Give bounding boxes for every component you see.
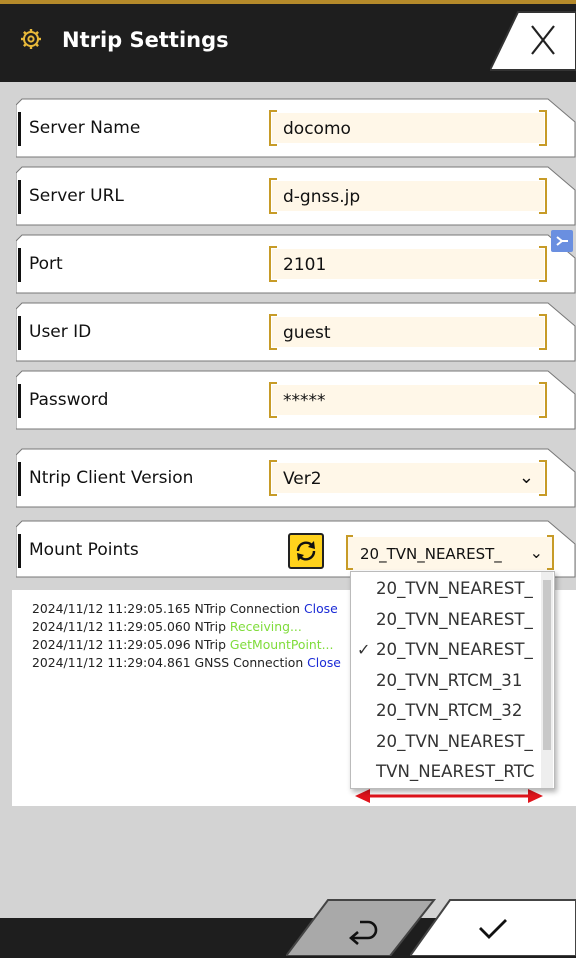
log-source: NTrip: [194, 637, 226, 652]
field-row: Password *****: [16, 370, 576, 430]
mount-point-dropdown[interactable]: 20_TVN_NEAREST_ 20_TVN_NEAREST_ ✓ 20_TVN_NE…: [350, 571, 555, 789]
dropdown-option-label: TVN_NEAREST_RTC: [376, 762, 535, 781]
dropdown-option-label: 20_TVN_RTCM_32: [376, 701, 523, 720]
chevron-down-icon: ⌄: [529, 545, 543, 562]
dropdown-option-label: 20_TVN_RTCM_31: [376, 670, 523, 690]
field-row: Server Name docomo: [16, 98, 576, 158]
dropdown-option-label: 20_TVN_NEAREST_: [376, 609, 533, 629]
field-label: User ID: [29, 322, 92, 342]
field-value: Ver2: [283, 469, 322, 489]
dropdown-scrollbar[interactable]: [541, 572, 553, 788]
refresh-button[interactable]: [288, 533, 324, 569]
log-line: 2024/11/12 11:29:04.861 GNSS Connection …: [32, 655, 341, 670]
collapse-side-icon[interactable]: [551, 230, 573, 252]
field-label: Password: [29, 390, 109, 410]
log-line: 2024/11/12 11:29:05.060 NTrip Receiving.…: [32, 619, 302, 634]
log-line: 2024/11/12 11:29:05.165 NTrip Connection…: [32, 601, 338, 616]
field-input[interactable]: Ver2 ⌄: [269, 460, 547, 496]
field-input[interactable]: d-gnss.jp: [269, 178, 547, 214]
log-status: GetMountPoint...: [229, 637, 334, 652]
field-row: Server URL d-gnss.jp: [16, 166, 576, 226]
dropdown-option[interactable]: TVN_NEAREST_RTC: [351, 757, 541, 788]
field-label: Server Name: [29, 118, 141, 138]
field-value: d-gnss.jp: [283, 187, 361, 207]
field-input[interactable]: guest: [269, 314, 547, 350]
dropdown-option[interactable]: 20_TVN_NEAREST_: [351, 605, 541, 636]
dropdown-option[interactable]: 20_TVN_NEAREST_: [351, 574, 541, 605]
log-line: 2024/11/12 11:29:05.096 NTrip GetMountPo…: [32, 637, 333, 652]
field-value: guest: [283, 323, 331, 343]
log-status: Close: [303, 601, 338, 616]
chevron-down-icon: ⌄: [518, 467, 534, 487]
log-time: 2024/11/12 11:29:04.861: [32, 655, 191, 670]
confirm-button[interactable]: [410, 898, 576, 956]
log-time: 2024/11/12 11:29:05.060: [32, 619, 191, 634]
mount-point-selected: 20_TVN_NEAREST_: [360, 545, 502, 563]
dropdown-option-label: 20_TVN_NEAREST_: [376, 640, 533, 659]
field-row: User ID guest: [16, 302, 576, 362]
mount-points-label: Mount Points: [29, 540, 139, 560]
dropdown-option[interactable]: 20_TVN_RTCM_32: [351, 696, 541, 727]
log-source: NTrip Connection: [194, 601, 301, 616]
log-status: Close: [307, 655, 341, 670]
log-source: NTrip: [194, 619, 226, 634]
field-value: 2101: [283, 255, 327, 275]
dropdown-option[interactable]: ✓ 20_TVN_NEAREST_: [351, 635, 541, 666]
log-time: 2024/11/12 11:29:05.096: [32, 637, 191, 652]
page-title: Ntrip Settings: [62, 28, 229, 52]
mount-point-select[interactable]: 20_TVN_NEAREST_ ⌄: [346, 535, 554, 570]
field-row: Ntrip Client Version Ver2 ⌄: [16, 448, 576, 508]
gear-icon: [21, 29, 41, 49]
log-time: 2024/11/12 11:29:05.165: [32, 601, 191, 616]
refresh-icon: [296, 541, 316, 561]
field-value: docomo: [283, 119, 351, 139]
log-source: GNSS Connection: [194, 655, 304, 670]
scrollbar-thumb[interactable]: [543, 580, 551, 750]
dropdown-option[interactable]: 20_TVN_NEAREST_: [351, 727, 541, 758]
log-status: Receiving...: [229, 619, 302, 634]
header-accent-line: [0, 0, 576, 4]
field-value: *****: [283, 391, 326, 411]
check-icon: ✓: [357, 642, 371, 659]
field-label: Server URL: [29, 186, 124, 206]
dropdown-option-label: 20_TVN_NEAREST_: [376, 731, 533, 751]
close-button[interactable]: [490, 10, 576, 72]
dropdown-option[interactable]: 20_TVN_RTCM_31: [351, 666, 541, 697]
field-label: Port: [29, 254, 63, 274]
field-input[interactable]: *****: [269, 382, 547, 418]
field-label: Ntrip Client Version: [29, 468, 194, 488]
field-input[interactable]: docomo: [269, 110, 547, 146]
field-input[interactable]: 2101: [269, 246, 547, 282]
field-row: Port 2101: [16, 234, 576, 294]
dropdown-option-label: 20_TVN_NEAREST_: [376, 579, 533, 598]
